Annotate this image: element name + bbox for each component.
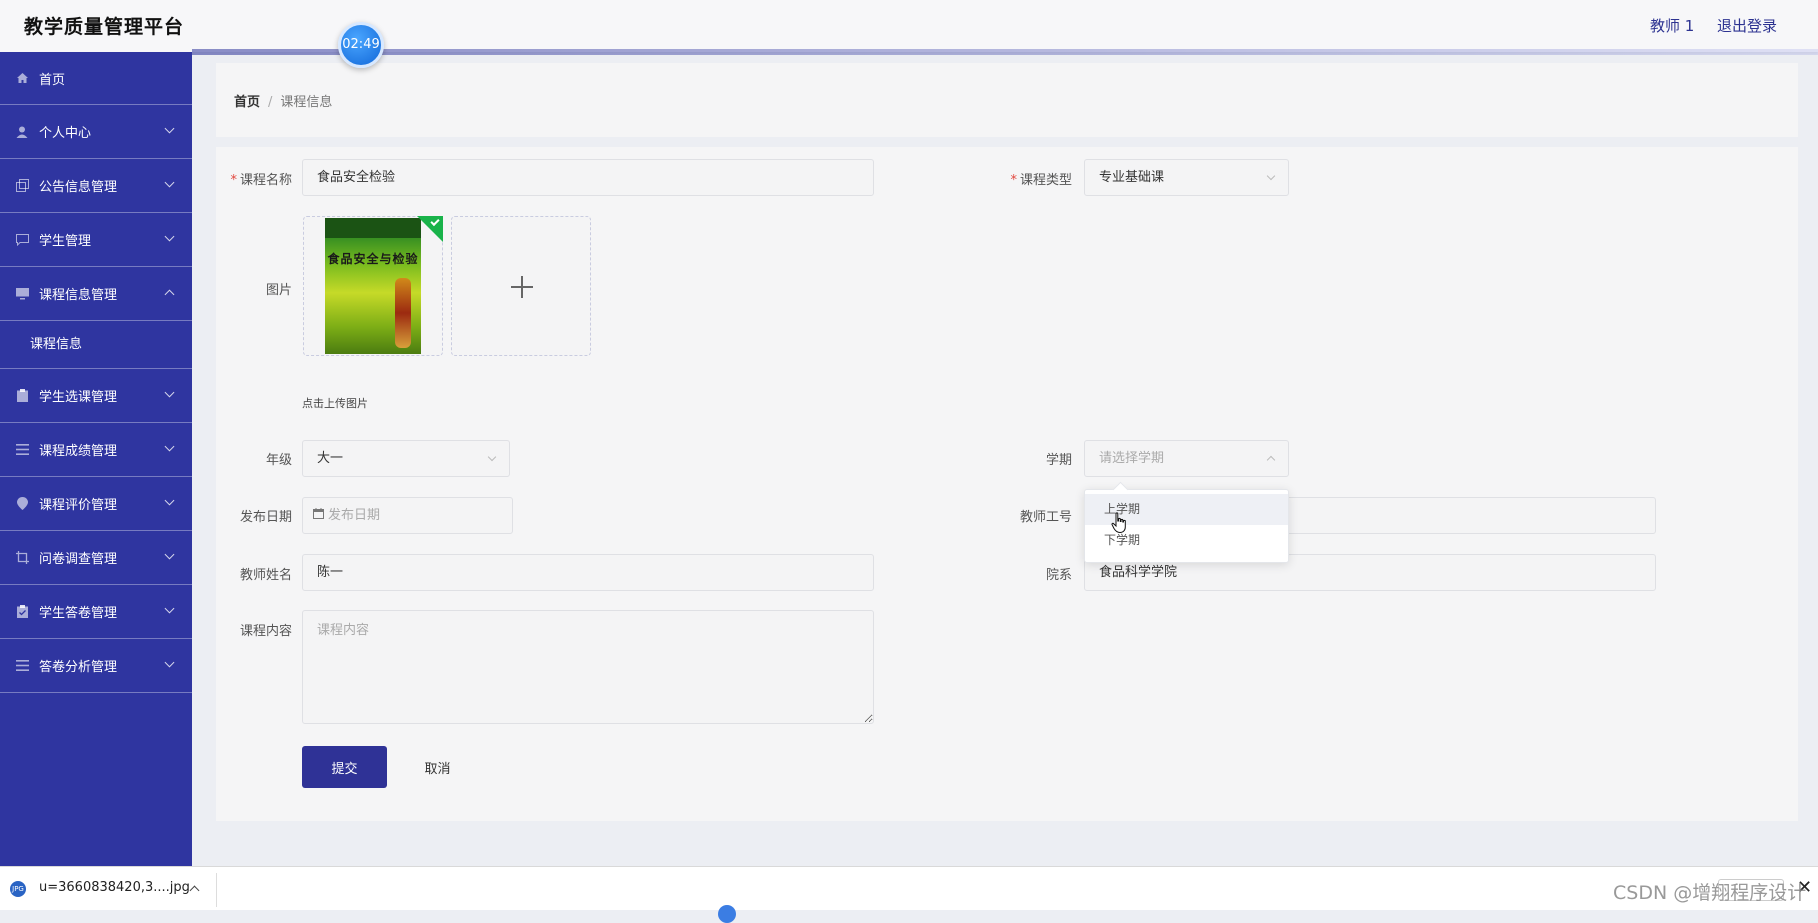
sidebar-item-home[interactable]: 首页 [0,52,192,105]
semester-label: 学期 [1045,453,1072,468]
course-type-label: * 课程类型 [1010,173,1072,188]
book-cover-image: 食品安全与检验 [325,218,421,354]
csdn-watermark: CSDN @增翔程序设计 [1613,882,1807,904]
recording-timer-badge: 02:49 [338,22,384,68]
chevron-down-icon [164,123,175,134]
chevron-down-icon [164,603,175,614]
copy-icon [15,179,29,193]
chevron-down-icon [164,657,175,668]
image-label: 图片 [265,283,292,298]
sidebar-item-student-answers[interactable]: 学生答卷管理 [0,585,192,639]
breadcrumb-separator: / [268,95,273,110]
taskbar-dot-icon [718,905,736,923]
sidebar-item-course-grades[interactable]: 课程成绩管理 [0,423,192,477]
grade-label: 年级 [265,453,292,468]
sidebar-item-course-evaluation[interactable]: 课程评价管理 [0,477,192,531]
sidebar-item-label: 课程评价管理 [39,498,118,513]
chevron-up-icon [164,289,175,300]
department-label: 院系 [1045,568,1072,583]
cancel-button[interactable]: 取消 [405,746,470,788]
breadcrumb-home[interactable]: 首页 [234,95,260,110]
chevron-down-icon [164,231,175,242]
jpg-file-icon: JPG [10,881,26,897]
monitor-icon [15,287,29,301]
sidebar-item-students[interactable]: 学生管理 [0,213,192,267]
submit-button[interactable]: 提交 [302,746,387,788]
download-bar: JPG u=3660838420,3....jpg ✕ [0,866,1818,923]
sidebar-subitem-course-info[interactable]: 课程信息 [0,321,192,369]
sidebar-item-label: 个人中心 [39,126,92,141]
sidebar-item-profile[interactable]: 个人中心 [0,105,192,159]
semester-select[interactable]: 请选择学期 [1084,440,1289,477]
upload-hint: 点击上传图片 [302,397,368,410]
grade-select[interactable]: 大一 [302,440,510,477]
chevron-down-icon [164,441,175,452]
breadcrumb: 首页 / 课程信息 [234,91,332,110]
current-user[interactable]: 教师 1 [1650,15,1694,36]
calendar-icon [313,498,324,533]
teacher-name-label: 教师姓名 [239,568,292,583]
sidebar-item-label: 学生管理 [39,234,92,249]
chat-icon [15,233,29,247]
teacher-name-input[interactable]: 陈一 [302,554,874,591]
download-file-name[interactable]: u=3660838420,3....jpg [39,880,190,895]
course-content-textarea[interactable] [302,610,874,724]
list-icon [15,659,29,673]
sidebar-item-notice[interactable]: 公告信息管理 [0,159,192,213]
sidebar-item-label: 课程成绩管理 [39,444,118,459]
chevron-down-icon [487,452,497,462]
user-icon [15,125,29,139]
sidebar-menu: 首页 个人中心 公告信息管理 学生管理 课程信息管理 课程信息 学生选课管理 课… [0,52,192,866]
breadcrumb-current: 课程信息 [280,95,333,110]
top-bar: 教学质量管理平台 教师 1 退出登录 [0,0,1818,55]
crop-icon [15,551,29,565]
header-accent-strip [192,49,1818,55]
chevron-down-icon [164,177,175,188]
chevron-down-icon [164,549,175,560]
sidebar-item-label: 问卷调查管理 [39,552,118,567]
sidebar-item-answer-analysis[interactable]: 答卷分析管理 [0,639,192,693]
sidebar-item-course-info[interactable]: 课程信息管理 [0,267,192,321]
course-name-label: * 课程名称 [230,173,292,188]
sidebar-item-course-selection[interactable]: 学生选课管理 [0,369,192,423]
publish-date-label: 发布日期 [239,510,292,525]
hand-cursor-icon [1111,512,1129,534]
sidebar-item-label: 公告信息管理 [39,180,118,195]
course-content-label: 课程内容 [239,624,292,639]
image-upload-button[interactable] [451,216,591,356]
course-type-select[interactable]: 专业基础课 [1084,159,1289,196]
download-divider [216,873,217,907]
sidebar-item-label: 学生选课管理 [39,390,118,405]
chevron-up-icon [1266,455,1276,465]
sidebar-item-label: 首页 [39,72,66,88]
publish-date-picker[interactable]: 发布日期 [302,497,513,534]
sidebar-item-label: 答卷分析管理 [39,660,118,675]
chevron-up-icon[interactable] [189,885,200,896]
sidebar-item-label: 学生答卷管理 [39,606,118,621]
chevron-down-icon [164,387,175,398]
app-title: 教学质量管理平台 [24,16,185,38]
chevron-down-icon [1266,171,1276,181]
sidebar-item-label: 课程信息管理 [39,288,118,303]
logout-link[interactable]: 退出登录 [1717,15,1777,36]
location-icon [15,497,29,511]
course-name-input[interactable]: 食品安全检验 [302,159,874,196]
uploaded-image-thumb[interactable]: 食品安全与检验 [303,216,443,356]
home-icon [15,71,29,85]
breadcrumb-card: 首页 / 课程信息 [216,63,1798,137]
list-icon [15,443,29,457]
sidebar-item-questionnaire[interactable]: 问卷调查管理 [0,531,192,585]
clipboard-check-icon [15,605,29,619]
teacher-id-label: 教师工号 [1019,510,1072,525]
chevron-down-icon [164,495,175,506]
clipboard-icon [15,389,29,403]
